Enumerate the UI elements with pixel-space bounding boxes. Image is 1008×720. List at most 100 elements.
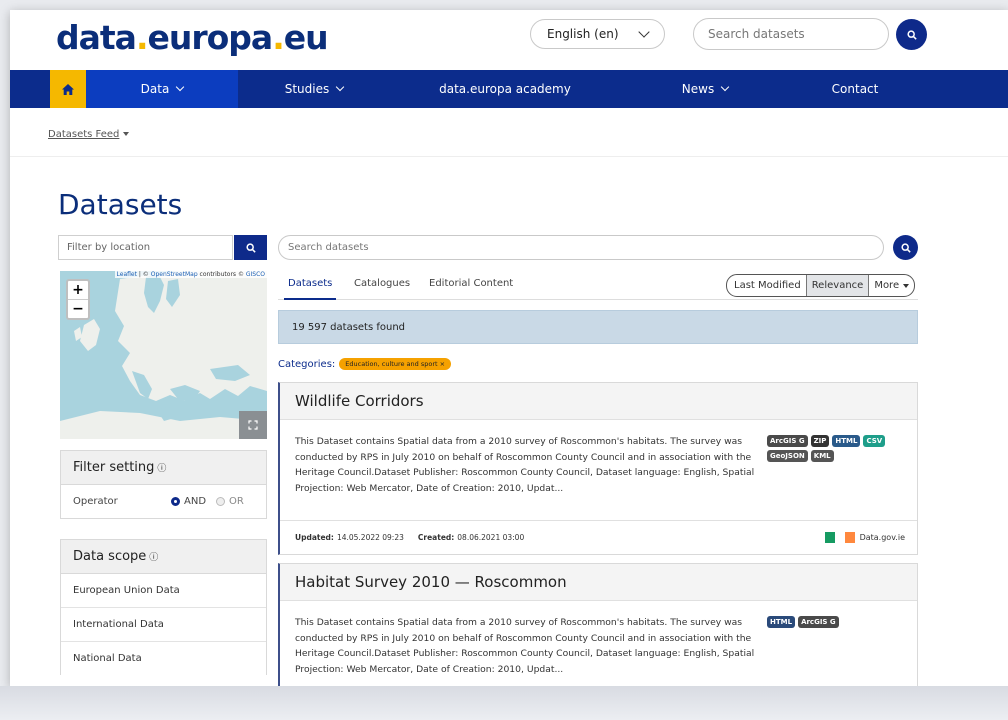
header-search-button[interactable]: [896, 19, 927, 50]
osm-link[interactable]: OpenStreetMap: [151, 271, 198, 278]
site-logo[interactable]: data.europa.eu: [56, 18, 329, 57]
caret-down-icon: [123, 132, 130, 136]
sort-last-modified[interactable]: Last Modified: [727, 275, 806, 296]
nav-home-button[interactable]: [50, 70, 86, 108]
language-select[interactable]: English (en): [530, 19, 665, 49]
dataset-description: This Dataset contains Spatial data from …: [295, 436, 755, 494]
search-icon: [245, 242, 256, 253]
map-attribution: Leaflet | © OpenStreetMap contributors ©…: [114, 271, 267, 278]
dataset-search-input[interactable]: Search datasets: [278, 235, 884, 260]
operator-label: Operator: [73, 496, 118, 507]
tab-datasets[interactable]: Datasets: [283, 278, 337, 300]
filter-setting-header[interactable]: Filter setting ⓘ: [61, 451, 266, 485]
zoom-in-button[interactable]: +: [68, 281, 88, 299]
map-zoom-control: + −: [66, 279, 90, 320]
operator-row: Operator AND OR: [61, 485, 266, 518]
nav-item-data[interactable]: Data: [86, 70, 238, 108]
ireland-flag-icon: [824, 532, 855, 543]
format-badge: CSV: [863, 435, 886, 447]
format-badge: KML: [810, 450, 834, 462]
header-search-input[interactable]: Search datasets: [693, 18, 889, 50]
created-date: 08.06.2021 03:00: [457, 533, 525, 542]
divider: [10, 156, 1008, 157]
dataset-card[interactable]: Habitat Survey 2010 — Roscommon This Dat…: [278, 563, 918, 686]
scope-item-national[interactable]: National Data: [61, 641, 266, 675]
format-badge: GeoJSON: [767, 450, 808, 462]
categories-label: Categories:: [278, 358, 336, 370]
breadcrumb-label: Datasets Feed: [48, 129, 120, 140]
logo-text-europa: europa: [147, 18, 273, 57]
dataset-description: This Dataset contains Spatial data from …: [295, 617, 755, 675]
nav-item-label: Contact: [831, 82, 879, 96]
attribution-contributors: contributors ©: [197, 271, 246, 278]
sort-relevance[interactable]: Relevance: [805, 275, 869, 296]
data-scope-panel: Data scope ⓘ European Union Data Internat…: [60, 539, 267, 675]
nav-item-academy[interactable]: data.europa academy: [390, 70, 620, 108]
format-badges: HTML ArcGIS G: [767, 616, 907, 628]
nav-item-studies[interactable]: Studies: [238, 70, 390, 108]
or-radio[interactable]: OR: [216, 496, 244, 507]
remove-icon[interactable]: ×: [440, 360, 445, 368]
dataset-title[interactable]: Wildlife Corridors: [280, 383, 917, 420]
radio-selected-icon: [171, 496, 180, 506]
sort-more[interactable]: More: [868, 275, 914, 296]
caret-down-icon: [903, 283, 910, 288]
or-label: OR: [229, 496, 244, 507]
updated-label: Updated:: [295, 533, 334, 542]
format-badge: ZIP: [810, 435, 830, 447]
and-radio[interactable]: AND: [171, 496, 206, 507]
logo-text-eu: eu: [283, 18, 329, 57]
and-label: AND: [184, 496, 207, 507]
dataset-body: This Dataset contains Spatial data from …: [280, 601, 917, 686]
chevron-down-icon: [176, 82, 185, 92]
scope-item-international[interactable]: International Data: [61, 607, 266, 641]
dataset-search-placeholder: Search datasets: [288, 242, 369, 253]
format-badge: HTML: [767, 616, 796, 628]
location-filter-placeholder: Filter by location: [67, 242, 151, 253]
filter-setting-title: Filter setting: [73, 460, 155, 475]
dataset-search-button[interactable]: [893, 235, 918, 260]
tab-editorial-content[interactable]: Editorial Content: [429, 278, 513, 289]
page-title: Datasets: [58, 188, 183, 221]
active-categories: Categories: Education, culture and sport…: [278, 358, 452, 370]
results-count: 19 597 datasets found: [292, 321, 406, 333]
results-count-bar: 19 597 datasets found: [278, 310, 918, 344]
nav-item-contact[interactable]: Contact: [790, 70, 920, 108]
publisher[interactable]: Data.gov.ie: [824, 521, 905, 554]
location-search-button[interactable]: [234, 235, 267, 260]
chevron-down-icon: [720, 82, 730, 92]
category-tag[interactable]: Education, culture and sport ×: [339, 358, 452, 370]
attribution-sep: | ©: [136, 271, 151, 278]
logo-dot: .: [135, 18, 149, 57]
zoom-out-button[interactable]: −: [68, 299, 88, 318]
dataset-body: This Dataset contains Spatial data from …: [280, 420, 917, 520]
sort-more-label: More: [874, 280, 900, 291]
gisco-link[interactable]: GISCO: [246, 271, 265, 278]
dataset-card[interactable]: Wildlife Corridors This Dataset contains…: [278, 382, 918, 555]
fullscreen-icon: [248, 420, 258, 430]
location-filter-input[interactable]: Filter by location: [58, 235, 233, 260]
format-badge: ArcGIS G: [798, 616, 839, 628]
nav-item-news[interactable]: News: [620, 70, 790, 108]
scope-item-eu[interactable]: European Union Data: [61, 574, 266, 607]
format-badge: HTML: [832, 435, 861, 447]
dataset-title[interactable]: Habitat Survey 2010 — Roscommon: [280, 564, 917, 601]
nav-item-label: Studies: [284, 82, 330, 96]
publisher-name: Data.gov.ie: [859, 533, 905, 542]
format-badge: ArcGIS G: [767, 435, 808, 447]
breadcrumb[interactable]: Datasets Feed: [48, 129, 130, 140]
logo-dot-2: .: [272, 18, 285, 57]
page: data.europa.eu English (en) Search datas…: [10, 10, 1008, 686]
fullscreen-button[interactable]: [239, 411, 267, 439]
leaflet-link[interactable]: Leaflet: [117, 271, 137, 278]
data-scope-title: Data scope: [73, 549, 147, 564]
main-nav: Data Studies data.europa academy News Co…: [10, 70, 1008, 108]
tab-catalogues[interactable]: Catalogues: [354, 278, 410, 289]
header-search-placeholder: Search datasets: [708, 27, 805, 41]
chevron-down-icon: [336, 82, 345, 92]
dataset-footer: Updated: 14.05.2022 09:23 Created: 08.06.2…: [280, 520, 917, 554]
location-map[interactable]: Leaflet | © OpenStreetMap contributors ©…: [60, 271, 267, 439]
sort-options: Last Modified Relevance More: [726, 274, 916, 297]
category-tag-label: Education, culture and sport: [345, 360, 438, 368]
data-scope-header[interactable]: Data scope ⓘ: [61, 540, 266, 574]
